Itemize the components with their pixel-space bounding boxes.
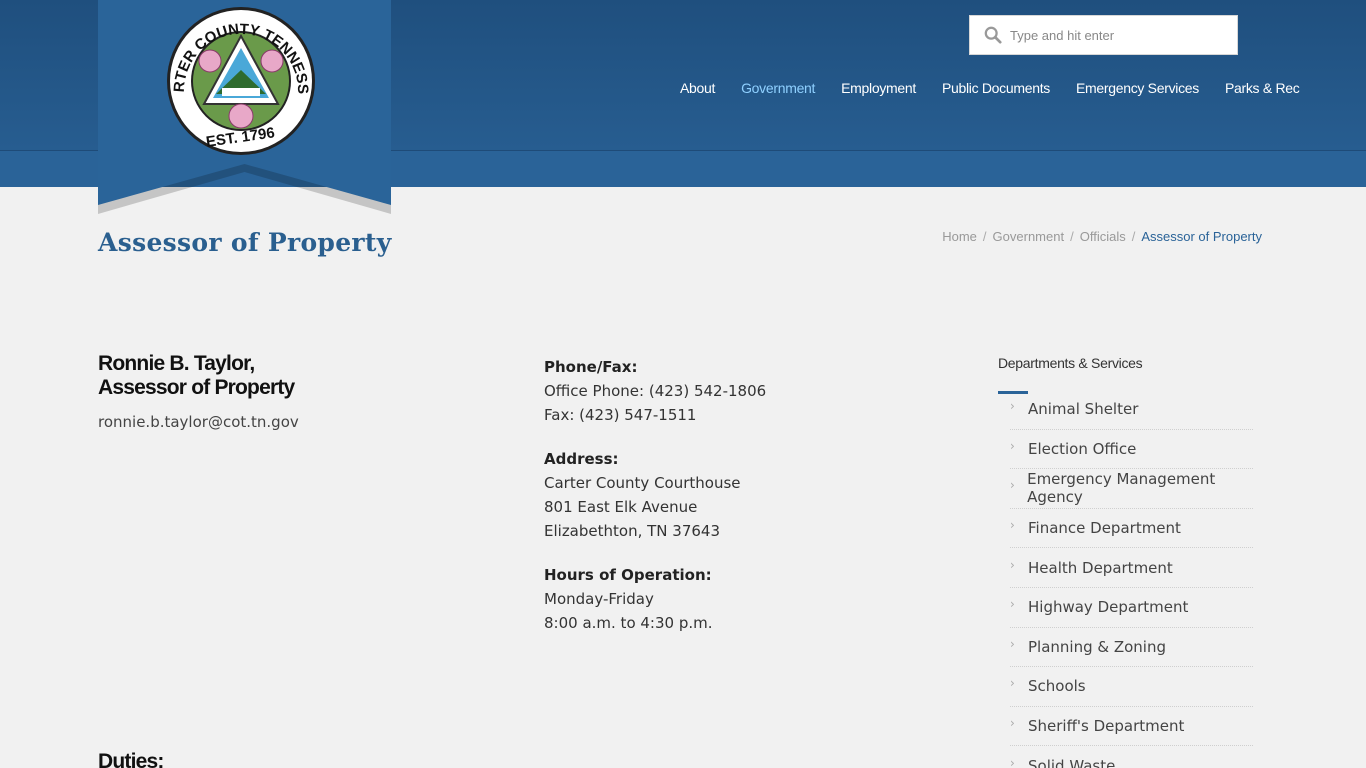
office-phone: Office Phone: (423) 542-1806	[544, 382, 767, 400]
sidebar-item-sheriff[interactable]: › Sheriff's Department	[1010, 707, 1253, 747]
sidebar-item-emergency-management[interactable]: › Emergency Management Agency	[1010, 469, 1253, 509]
breadcrumb-separator: /	[1070, 229, 1074, 244]
address-line: Carter County Courthouse	[544, 474, 741, 492]
sidebar-item-label: Animal Shelter	[1028, 400, 1139, 419]
official-title-line2: Assessor of Property	[98, 376, 295, 399]
breadcrumb-officials[interactable]: Officials	[1080, 229, 1126, 244]
chevron-right-icon: ›	[1010, 399, 1015, 414]
nav-parks-rec[interactable]: Parks & Rec	[1225, 80, 1300, 96]
chevron-right-icon: ›	[1010, 597, 1015, 612]
chevron-right-icon: ›	[1010, 518, 1015, 533]
departments-list: › Animal Shelter › Election Office › Emerge…	[1010, 390, 1253, 768]
duties-heading: Duties:	[98, 750, 164, 768]
nav-about[interactable]: About	[680, 80, 715, 96]
chevron-right-icon: ›	[1010, 676, 1015, 691]
nav-government[interactable]: Government	[741, 80, 815, 96]
county-seal-logo[interactable]: CARTER COUNTY TENNESSEE EST. 1796	[166, 6, 316, 156]
sidebar-item-label: Schools	[1028, 677, 1086, 696]
hours-block: Hours of Operation: Monday-Friday 8:00 a…	[544, 563, 766, 635]
sidebar-item-finance[interactable]: › Finance Department	[1010, 509, 1253, 549]
phone-fax-block: Phone/Fax: Office Phone: (423) 542-1806 …	[544, 355, 766, 427]
sidebar-item-animal-shelter[interactable]: › Animal Shelter	[1010, 390, 1253, 430]
hours-label: Hours of Operation:	[544, 566, 712, 584]
hours-days: Monday-Friday	[544, 590, 654, 608]
phone-fax-label: Phone/Fax:	[544, 358, 638, 376]
search-icon[interactable]	[984, 26, 1002, 44]
breadcrumb-current: Assessor of Property	[1141, 229, 1262, 244]
search-box[interactable]	[969, 15, 1238, 55]
sidebar-item-label: Election Office	[1028, 439, 1137, 458]
chevron-right-icon: ›	[1010, 755, 1015, 768]
main-nav: About Government Employment Public Docum…	[680, 80, 1325, 96]
search-input[interactable]	[1010, 27, 1230, 43]
chevron-right-icon: ›	[1010, 438, 1015, 453]
address-label: Address:	[544, 450, 619, 468]
sidebar-item-health[interactable]: › Health Department	[1010, 548, 1253, 588]
chevron-right-icon: ›	[1010, 636, 1015, 651]
address-line: Elizabethton, TN 37643	[544, 522, 720, 540]
sidebar-item-label: Solid Waste	[1028, 756, 1116, 768]
chevron-right-icon: ›	[1010, 478, 1015, 493]
sidebar-item-planning-zoning[interactable]: › Planning & Zoning	[1010, 628, 1253, 668]
official-name-line1: Ronnie B. Taylor,	[98, 352, 255, 375]
sidebar-item-label: Sheriff's Department	[1028, 717, 1185, 736]
sidebar-item-label: Planning & Zoning	[1028, 637, 1167, 656]
breadcrumb-separator: /	[1131, 229, 1136, 244]
sidebar-item-election-office[interactable]: › Election Office	[1010, 430, 1253, 470]
official-email-link[interactable]: ronnie.b.taylor@cot.tn.gov	[98, 413, 299, 431]
address-block: Address: Carter County Courthouse 801 Ea…	[544, 447, 766, 543]
breadcrumb-separator: /	[982, 229, 987, 244]
hours-time: 8:00 a.m. to 4:30 p.m.	[544, 614, 713, 632]
official-name: Ronnie B. Taylor, Assessor of Property	[98, 352, 295, 400]
address-line: 801 East Elk Avenue	[544, 498, 698, 516]
sidebar-item-solid-waste[interactable]: › Solid Waste	[1010, 746, 1253, 768]
nav-public-documents[interactable]: Public Documents	[942, 80, 1050, 96]
nav-employment[interactable]: Employment	[841, 80, 916, 96]
sidebar-item-schools[interactable]: › Schools	[1010, 667, 1253, 707]
sidebar-item-highway[interactable]: › Highway Department	[1010, 588, 1253, 628]
fax-number: Fax: (423) 547-1511	[544, 406, 697, 424]
breadcrumb-government[interactable]: Government	[993, 229, 1065, 244]
nav-emergency-services[interactable]: Emergency Services	[1076, 80, 1199, 96]
chevron-right-icon: ›	[1010, 557, 1015, 572]
chevron-right-icon: ›	[1010, 716, 1015, 731]
sidebar-item-label: Highway Department	[1028, 598, 1189, 617]
sidebar-title: Departments & Services	[998, 355, 1143, 371]
breadcrumb-home[interactable]: Home	[942, 229, 977, 244]
sidebar-item-label: Finance Department	[1028, 519, 1181, 538]
contact-info: Phone/Fax: Office Phone: (423) 542-1806 …	[544, 355, 766, 655]
breadcrumb: Home / Government / Officials / Assessor of Pr…	[942, 229, 1262, 244]
sidebar-item-label: Health Department	[1028, 558, 1173, 577]
sidebar-item-label: Emergency Management Agency	[1027, 470, 1216, 507]
page-title: Assessor of Property	[98, 228, 392, 257]
